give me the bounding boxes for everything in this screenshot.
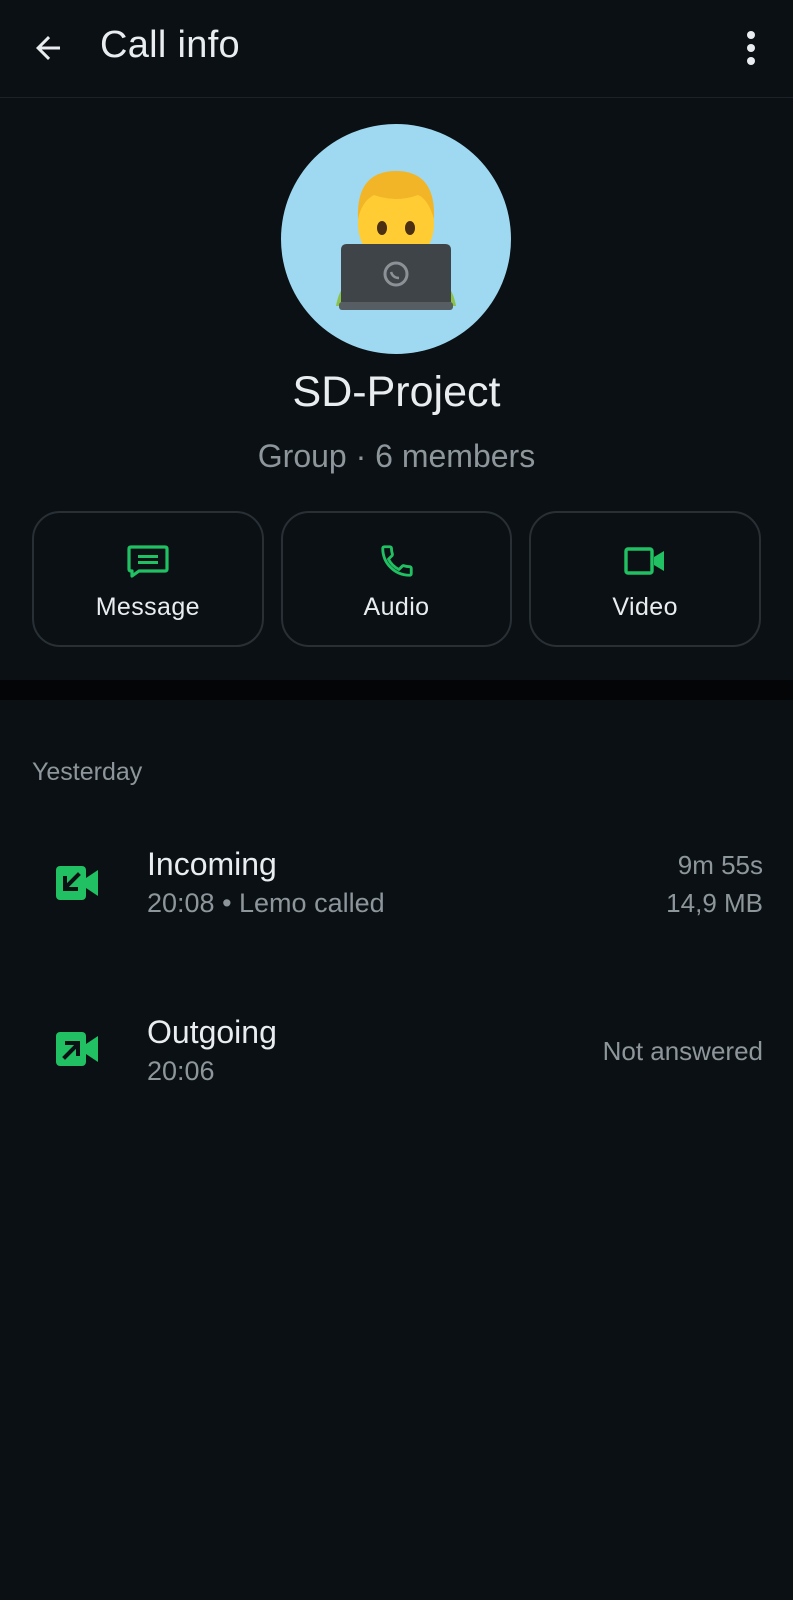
message-icon <box>127 545 169 578</box>
video-call-button[interactable]: Video <box>529 511 762 647</box>
page-title: Call info <box>100 24 240 66</box>
message-label: Message <box>95 593 200 621</box>
call-info-screen: Call info SD-Project Group · 6 members M… <box>0 0 793 1600</box>
call-duration: 9m 55s <box>677 850 763 880</box>
avatar[interactable] <box>281 124 511 354</box>
more-vertical-icon <box>747 31 755 65</box>
audio-call-button[interactable]: Audio <box>280 511 513 647</box>
back-button[interactable] <box>26 26 70 70</box>
technologist-avatar-icon <box>336 171 456 310</box>
phone-icon <box>380 545 413 577</box>
date-section-label: Yesterday <box>32 758 143 786</box>
call-type: Incoming <box>147 846 277 882</box>
call-detail: 20:06 <box>147 1056 215 1086</box>
call-log-item[interactable]: Incoming 20:08 • Lemo called 9m 55s 14,9… <box>0 840 793 950</box>
arrow-left-icon <box>36 36 60 60</box>
call-log-item[interactable]: Outgoing 20:06 Not answered <box>0 1008 793 1118</box>
action-buttons: Message Audio Video <box>32 511 762 647</box>
video-label: Video <box>612 593 678 621</box>
more-options-button[interactable] <box>731 26 771 70</box>
message-button[interactable]: Message <box>32 511 264 647</box>
group-profile: SD-Project Group · 6 members Message Aud… <box>0 98 793 680</box>
top-bar: Call info <box>0 0 793 98</box>
group-members-info: Group · 6 members <box>257 438 536 474</box>
call-type: Outgoing <box>147 1014 277 1050</box>
call-status: Not answered <box>602 1036 763 1066</box>
section-divider <box>0 680 793 700</box>
group-name: SD-Project <box>292 368 501 416</box>
call-data-size: 14,9 MB <box>666 888 763 918</box>
call-detail: 20:08 • Lemo called <box>147 888 385 918</box>
incoming-video-call-icon <box>56 866 98 900</box>
outgoing-video-call-icon <box>56 1032 98 1066</box>
audio-label: Audio <box>363 593 430 621</box>
video-camera-icon <box>624 547 665 575</box>
